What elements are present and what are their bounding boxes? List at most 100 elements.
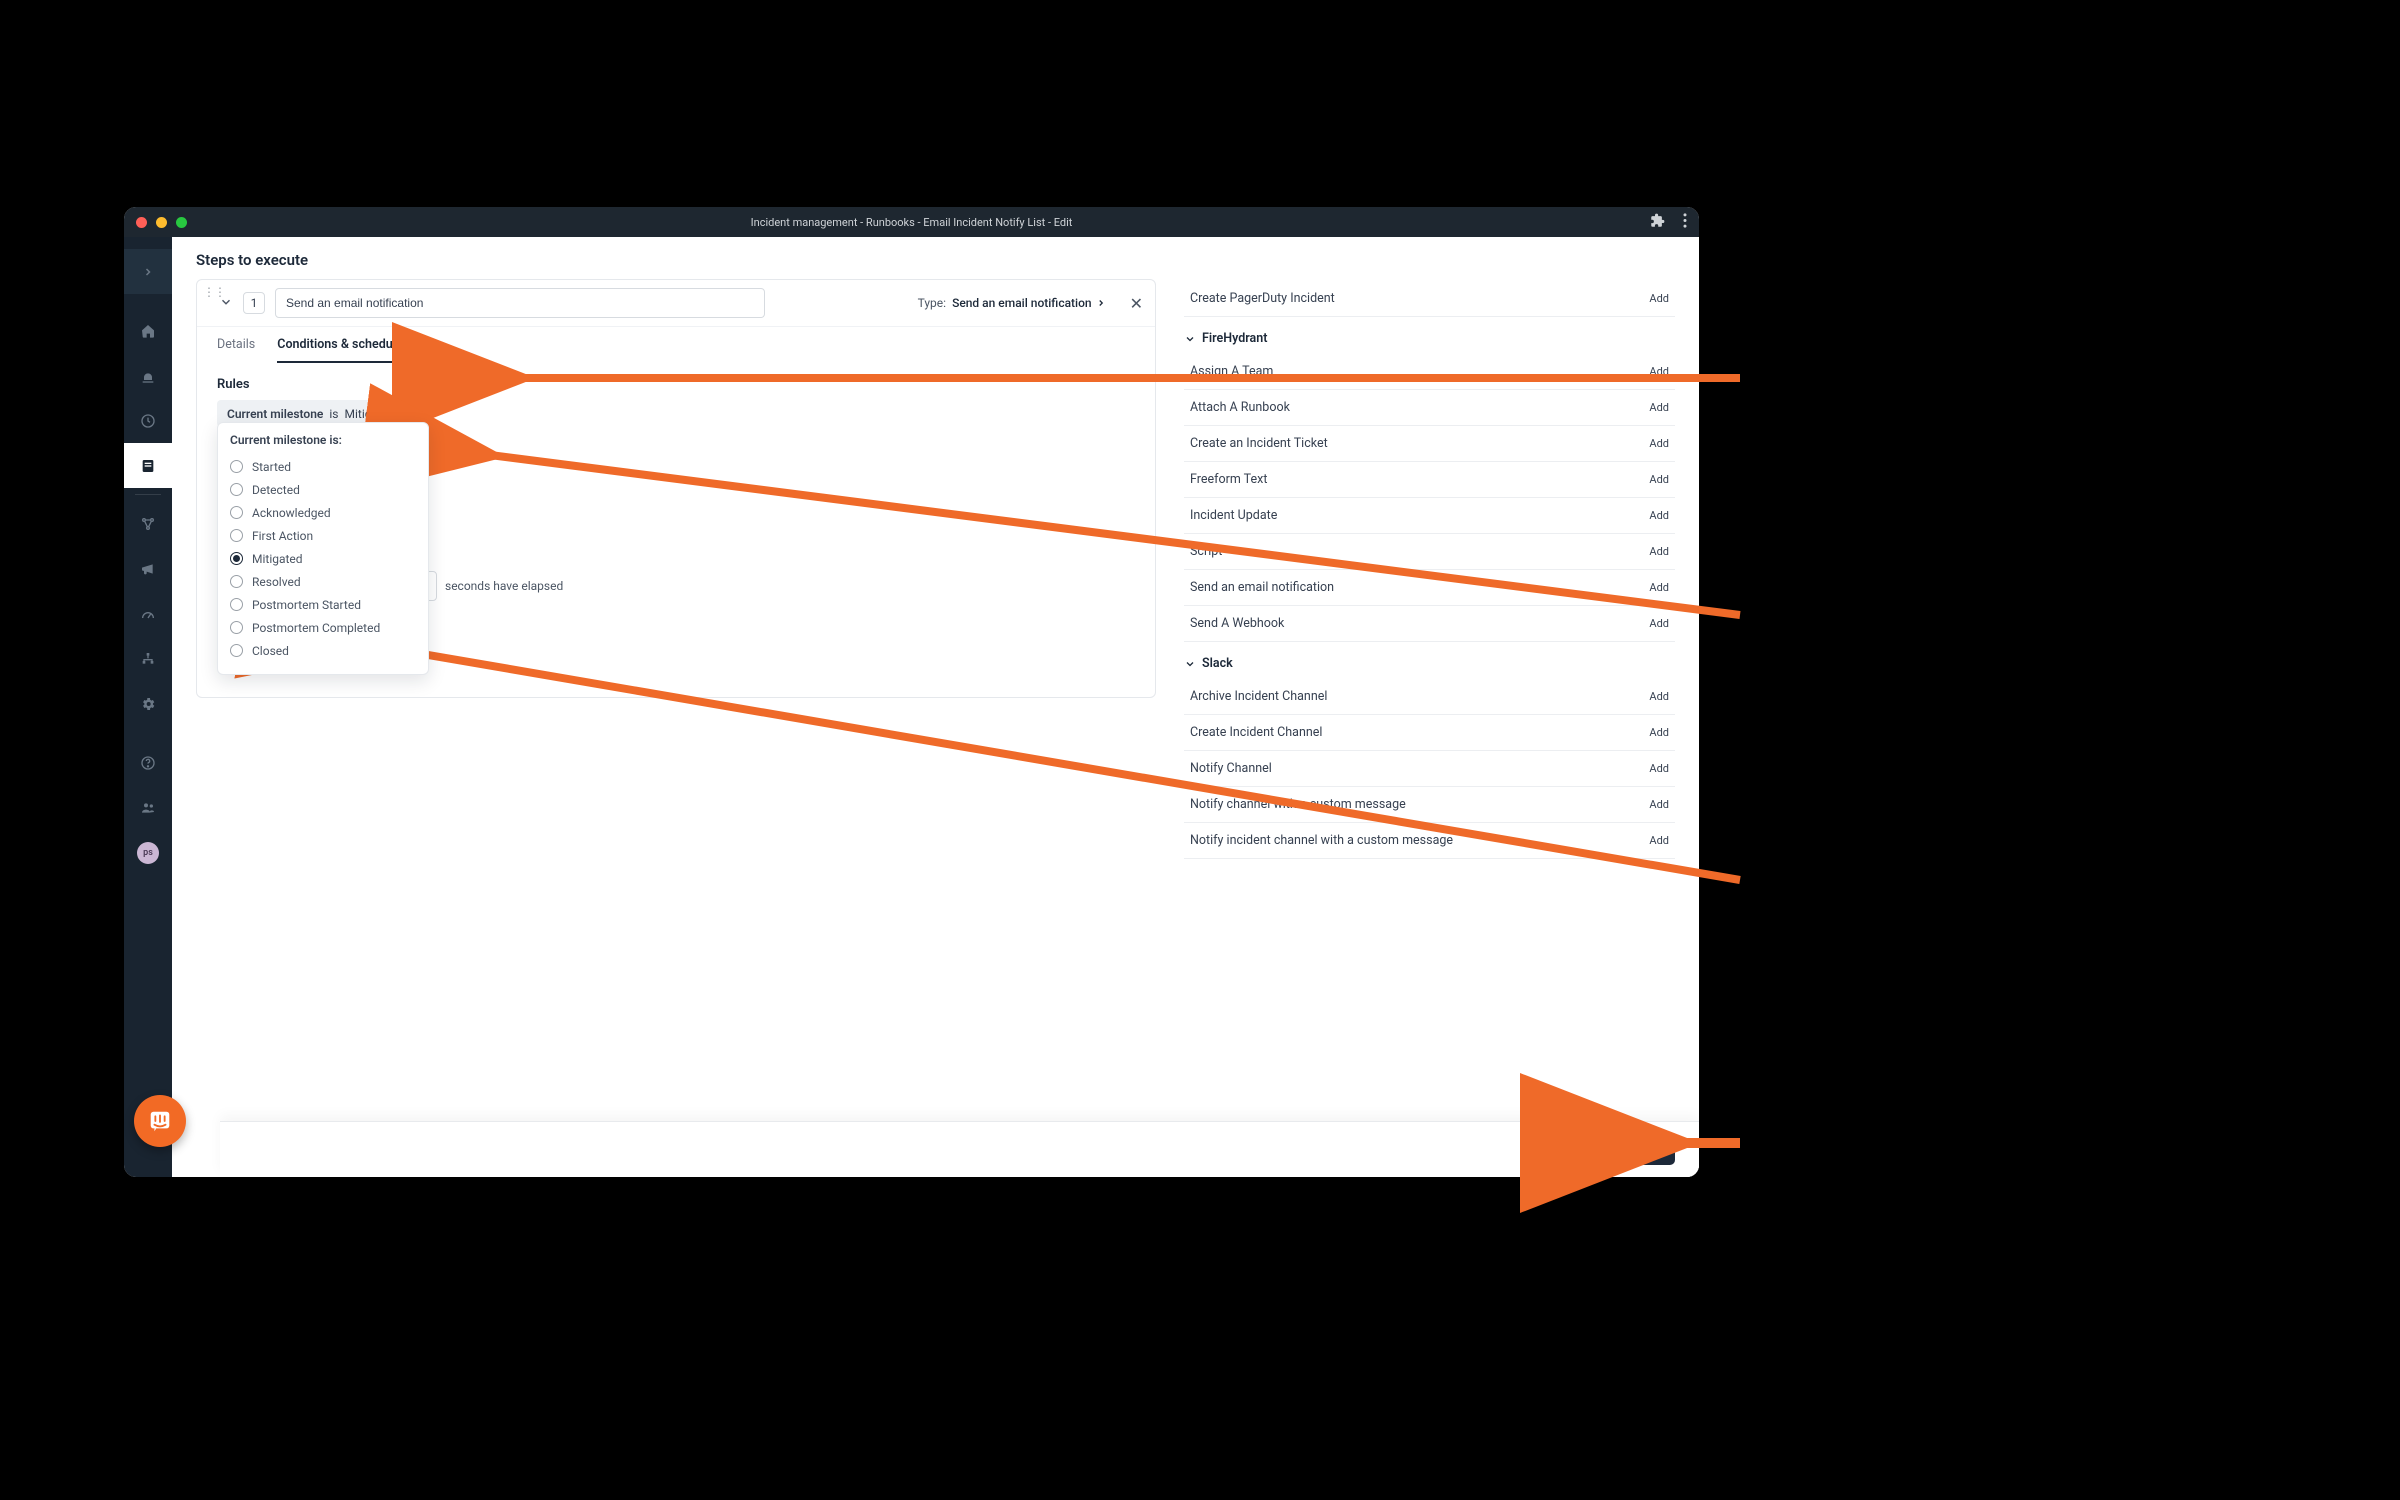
action-label: Incident Update [1190,508,1277,523]
step-remove-icon[interactable]: ✕ [1130,294,1143,313]
action-label: Assign A Team [1190,364,1273,379]
action-item: Assign A Team Add [1184,354,1675,389]
action-label: Send an email notification [1190,580,1334,595]
milestone-option[interactable]: Started [230,455,416,478]
action-item: Archive Incident Channel Add [1184,679,1675,714]
milestone-option[interactable]: Postmortem Started [230,593,416,616]
rules-label: Rules [217,377,1135,392]
home-icon [140,322,157,339]
step-number: 1 [243,292,265,314]
close-window-icon[interactable] [136,217,147,228]
add-action-button[interactable]: Add [1649,437,1669,450]
sidebar-item-announce[interactable] [124,546,172,591]
sidebar-item-status[interactable] [124,591,172,636]
action-item: Freeform TextAdd [1184,462,1675,497]
radio-icon [230,460,243,473]
action-item: Notify incident channel with a custom me… [1184,823,1675,858]
add-action-button[interactable]: Add [1649,581,1669,594]
browser-window: Incident management - Runbooks - Email I… [124,207,1699,1177]
add-action-button[interactable]: Add [1649,545,1669,558]
page-title: Incident management - Runbooks - Email I… [751,216,1073,229]
add-action-button[interactable]: Add [1649,401,1669,414]
action-item: Create Incident Channel Add [1184,715,1675,750]
step-type-link[interactable]: Send an email notification [952,296,1106,310]
sidebar-collapse[interactable] [124,249,172,294]
page-footer: Save [220,1121,1699,1177]
chevron-down-icon [1184,658,1196,670]
group-slack[interactable]: Slack [1184,642,1675,679]
action-label: Attach A Runbook [1190,400,1290,415]
milestone-option[interactable]: Closed [230,639,416,662]
drag-handle-icon[interactable]: ⋮⋮ [203,285,225,299]
help-icon [140,754,157,771]
dropdown-title: Current milestone is: [230,433,416,447]
save-button[interactable]: Save [1612,1135,1675,1165]
sidebar-item-services[interactable] [124,501,172,546]
step-card: ⋮⋮ 1 Type: Send an email notification ✕ [196,279,1156,698]
overflow-menu-icon[interactable] [1683,213,1687,232]
radio-icon [230,552,243,565]
sidebar-item-settings[interactable] [124,681,172,726]
chevron-down-icon [1184,333,1196,345]
intercom-launcher[interactable] [134,1095,186,1147]
sidebar-item-history[interactable] [124,398,172,443]
add-action-button[interactable]: Add [1649,762,1669,775]
add-action-button[interactable]: Add [1649,726,1669,739]
sidebar-divider [135,494,161,495]
gear-icon [140,695,157,712]
sidebar-item-incidents[interactable] [124,353,172,398]
minimize-window-icon[interactable] [156,217,167,228]
action-library: Create PagerDuty IncidentAdd FireHydrant… [1184,279,1675,1157]
action-label: Create Incident Channel [1190,725,1322,740]
action-item: Send an email notification Add [1184,570,1675,605]
milestone-option[interactable]: Detected [230,478,416,501]
add-action-button[interactable]: Add [1649,473,1669,486]
tab-help-icon[interactable]: ? [418,340,431,353]
seconds-elapsed-label: seconds have elapsed [445,579,563,593]
milestone-option[interactable]: Postmortem Completed [230,616,416,639]
add-action-button[interactable]: Add [1649,617,1669,630]
browser-titlebar: Incident management - Runbooks - Email I… [124,207,1699,237]
milestone-option[interactable]: First Action [230,524,416,547]
milestone-option[interactable]: Resolved [230,570,416,593]
add-action-button[interactable]: Add [1649,834,1669,847]
milestone-option[interactable]: Mitigated [230,547,416,570]
tab-details[interactable]: Details [217,337,255,363]
sidebar-item-team[interactable] [124,785,172,830]
add-action-button[interactable]: Add [1649,509,1669,522]
extension-icon[interactable] [1650,213,1665,232]
tab-conditions-scheduling[interactable]: Conditions & scheduling? [277,337,431,363]
sidebar-item-org[interactable] [124,636,172,681]
action-label: Script [1190,544,1222,559]
app-sidebar: ps [124,237,172,1177]
sidebar-item-help[interactable] [124,740,172,785]
radio-icon [230,483,243,496]
action-item: Send A Webhook Add [1184,606,1675,641]
window-controls[interactable] [136,217,187,228]
section-title: Steps to execute [172,237,1699,279]
chip-remove-icon[interactable]: ✕ [407,406,418,421]
group-firehydrant[interactable]: FireHydrant [1184,317,1675,354]
action-label: Send A Webhook [1190,616,1284,631]
runbook-icon [140,457,157,474]
radio-icon [230,529,243,542]
chevron-right-icon [140,263,157,280]
maximize-window-icon[interactable] [176,217,187,228]
sidebar-avatar[interactable]: ps [124,830,172,875]
siren-icon [140,367,157,384]
add-action-button[interactable]: Add [1649,798,1669,811]
action-item: Attach A Runbook Add [1184,390,1675,425]
action-label: Notify incident channel with a custom me… [1190,833,1453,848]
add-action-button[interactable]: Add [1649,292,1669,305]
action-label: Archive Incident Channel [1190,689,1327,704]
add-action-button[interactable]: Add [1649,365,1669,378]
step-name-input[interactable] [275,288,765,318]
sidebar-item-home[interactable] [124,308,172,353]
radio-icon [230,644,243,657]
action-item: Create an Incident TicketAdd [1184,426,1675,461]
milestone-option[interactable]: Acknowledged [230,501,416,524]
milestone-dropdown: Current milestone is: StartedDetectedAck… [217,422,429,675]
add-action-button[interactable]: Add [1649,690,1669,703]
sidebar-item-runbooks[interactable] [124,443,172,488]
radio-icon [230,506,243,519]
